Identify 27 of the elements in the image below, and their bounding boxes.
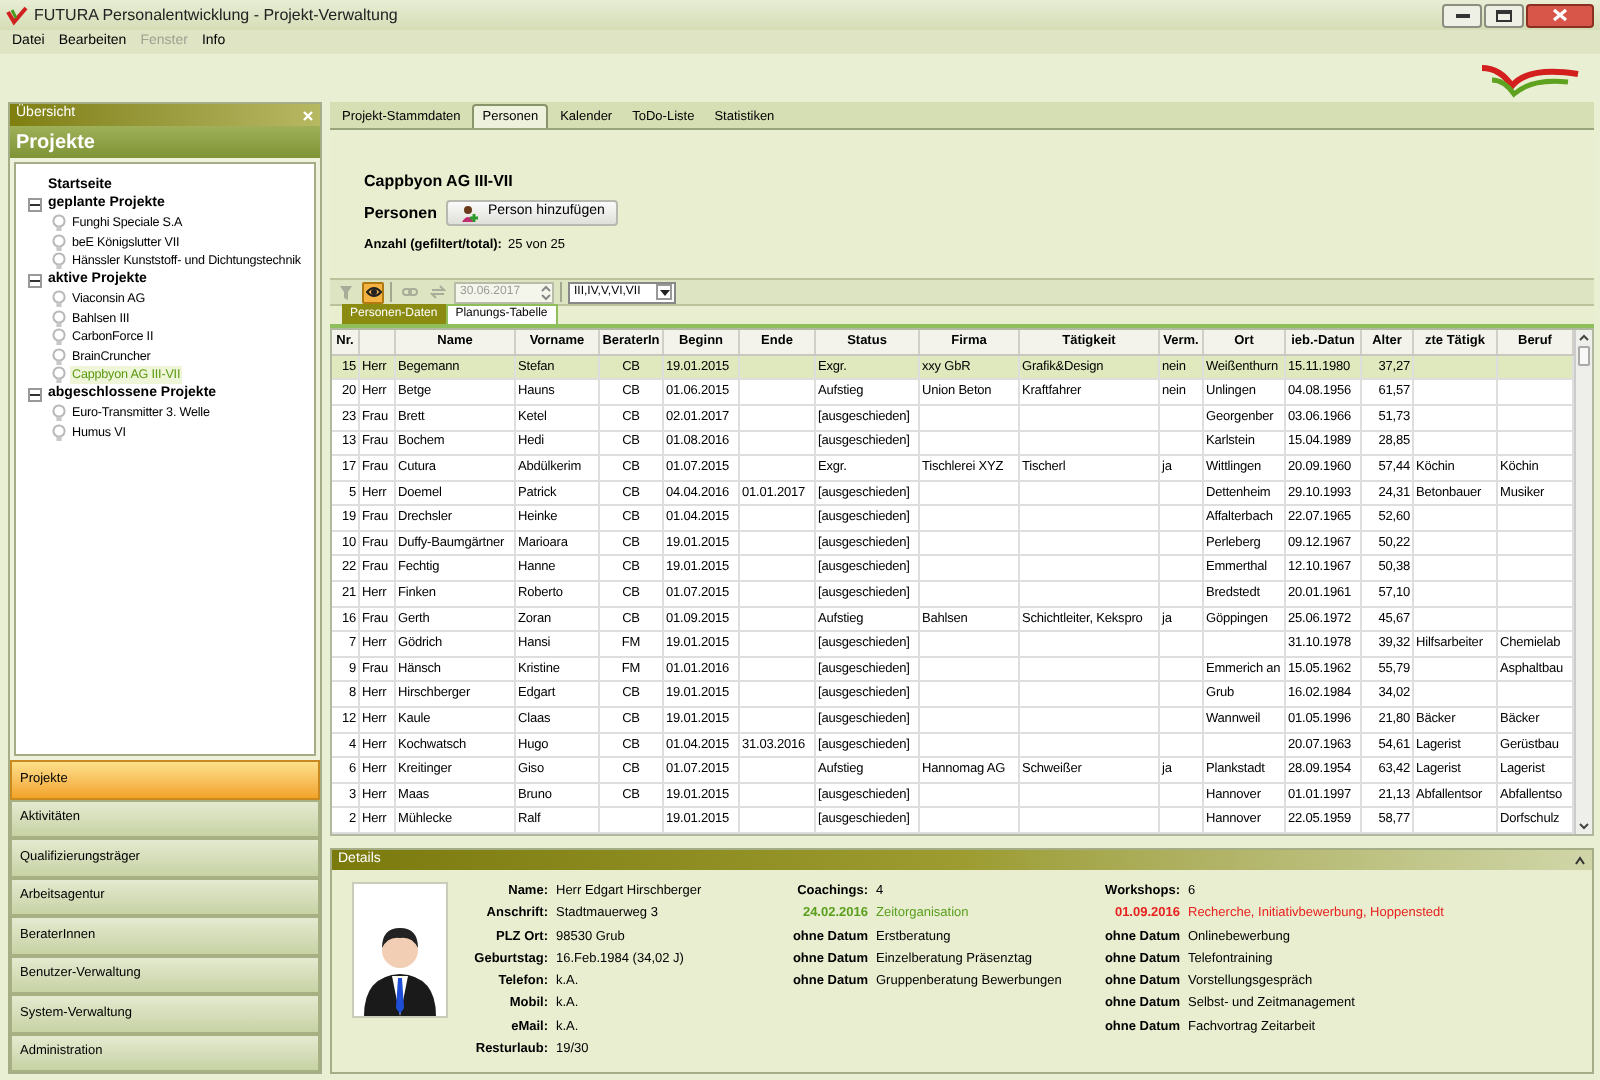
company-logo [1480,62,1580,98]
project-title: Cappbyon AG III-VII [364,170,515,194]
eye-button[interactable] [362,281,384,303]
funnel-icon [337,284,353,300]
close-icon [1552,8,1568,22]
person-add-icon [460,203,480,223]
collapse-icon[interactable] [1574,855,1586,865]
collapse-toggle[interactable] [28,197,42,212]
app-logo-icon [6,5,28,25]
sidebar-title: Projekte [10,126,320,158]
collapse-toggle[interactable] [28,387,42,402]
maximize-icon [1496,9,1512,21]
minimize-icon [1455,13,1469,17]
scroll-thumb[interactable] [1578,346,1590,366]
chain-icon [401,284,417,300]
collapse-toggle[interactable] [28,273,42,288]
minimize-button[interactable] [1442,3,1482,27]
eye-icon [365,284,381,300]
arrows-icon [429,284,445,300]
scroll-down-icon[interactable] [1576,818,1592,834]
maximize-button[interactable] [1484,3,1524,27]
window-title: FUTURA Personalentwicklung - Projekt-Verwaltung [34,3,398,27]
scrollbar[interactable] [1574,330,1592,834]
caret-icon[interactable] [656,284,672,300]
section-title: Personen [364,201,439,225]
scroll-up-icon[interactable] [1576,330,1592,346]
close-button[interactable] [1526,3,1594,27]
